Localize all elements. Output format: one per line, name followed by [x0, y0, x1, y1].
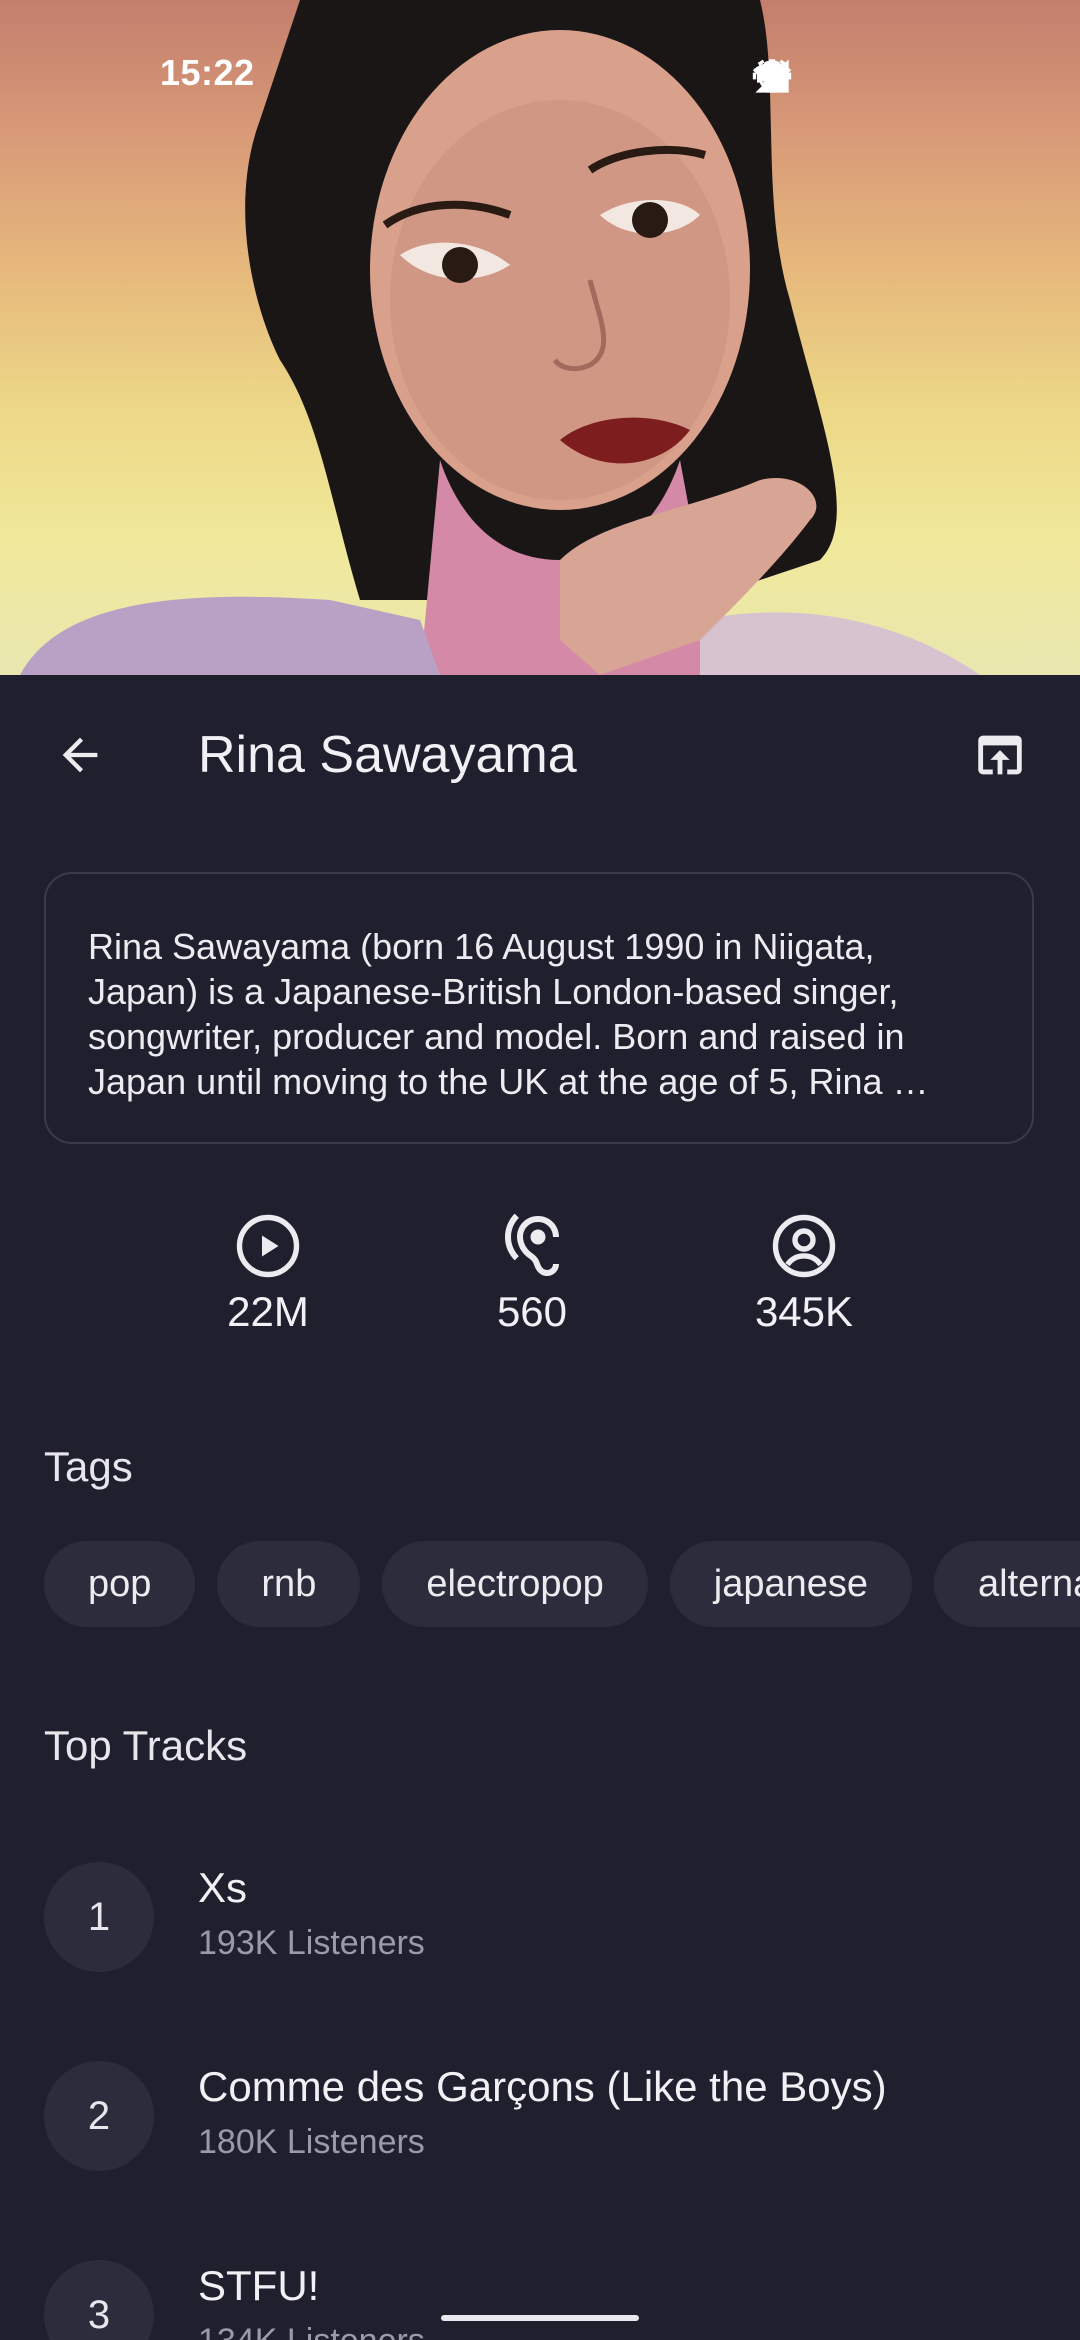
- track-listeners: 193K Listeners: [198, 1924, 425, 1962]
- home-indicator[interactable]: [441, 2315, 639, 2321]
- tags-heading: Tags: [44, 1443, 133, 1490]
- track-listeners: 180K Listeners: [198, 2123, 425, 2161]
- stat-listeners: 345K: [694, 1210, 914, 1336]
- track-row[interactable]: 3 STFU! 134K Listeners: [44, 2260, 1044, 2340]
- track-rank: 3: [44, 2260, 154, 2340]
- hearing-icon: [505, 1213, 559, 1276]
- tag-chip[interactable]: alternative: [934, 1541, 1080, 1627]
- stat-listening-value: 560: [496, 1288, 568, 1335]
- track-name: Comme des Garçons (Like the Boys): [198, 2063, 887, 2110]
- top-tracks-heading: Top Tracks: [44, 1722, 248, 1769]
- track-rank: 1: [44, 1862, 154, 1972]
- open-in-browser-icon: [978, 735, 1022, 775]
- tag-chip[interactable]: electropop: [382, 1541, 648, 1627]
- vibrate-icon: [752, 56, 854, 96]
- stat-listeners-value: 345K: [754, 1288, 854, 1335]
- track-name: STFU!: [198, 2262, 320, 2309]
- track-row[interactable]: 1 Xs 193K Listeners: [44, 1862, 1044, 1982]
- bio-text: Rina Sawayama (born 16 August 1990 in Ni…: [88, 926, 929, 1102]
- tag-chip[interactable]: rnb: [217, 1541, 361, 1627]
- arrow-left-icon: [62, 737, 98, 773]
- status-bar: 15:22: [0, 0, 1080, 150]
- artist-image: 15:22: [0, 0, 1080, 675]
- back-button[interactable]: [40, 715, 120, 795]
- status-icons: [752, 56, 1040, 96]
- stat-plays-value: 22M: [227, 1288, 309, 1335]
- stat-plays: 22M: [158, 1210, 378, 1336]
- tag-chip[interactable]: japanese: [669, 1541, 913, 1627]
- open-in-browser-button[interactable]: [960, 715, 1040, 795]
- wifi-icon: [752, 56, 916, 96]
- track-listeners: 134K Listeners: [198, 2322, 425, 2340]
- signal-icon: [755, 56, 978, 96]
- bio-card[interactable]: Rina Sawayama (born 16 August 1990 in Ni…: [44, 872, 1034, 1144]
- page-title: Rina Sawayama: [198, 726, 577, 784]
- status-time: 15:22: [160, 52, 255, 93]
- track-rank: 2: [44, 2061, 154, 2171]
- top-app-bar: Rina Sawayama: [0, 675, 1080, 835]
- stats-row: 22M 560 345K: [0, 1210, 1080, 1360]
- account-circle-icon: [772, 1214, 836, 1278]
- artist-screen: 15:22 Rina Sawayama Rina Sawayama (born …: [0, 0, 1080, 2340]
- tag-chip[interactable]: pop: [44, 1541, 196, 1627]
- track-row[interactable]: 2 Comme des Garçons (Like the Boys) 180K…: [44, 2061, 1044, 2181]
- battery-icon: [763, 56, 1040, 96]
- tags-row[interactable]: poprnbelectropopjapanesealternative: [44, 1541, 1080, 1627]
- play-circle-icon: [236, 1214, 300, 1278]
- track-name: Xs: [198, 1864, 248, 1911]
- stat-listening: 560: [422, 1210, 642, 1336]
